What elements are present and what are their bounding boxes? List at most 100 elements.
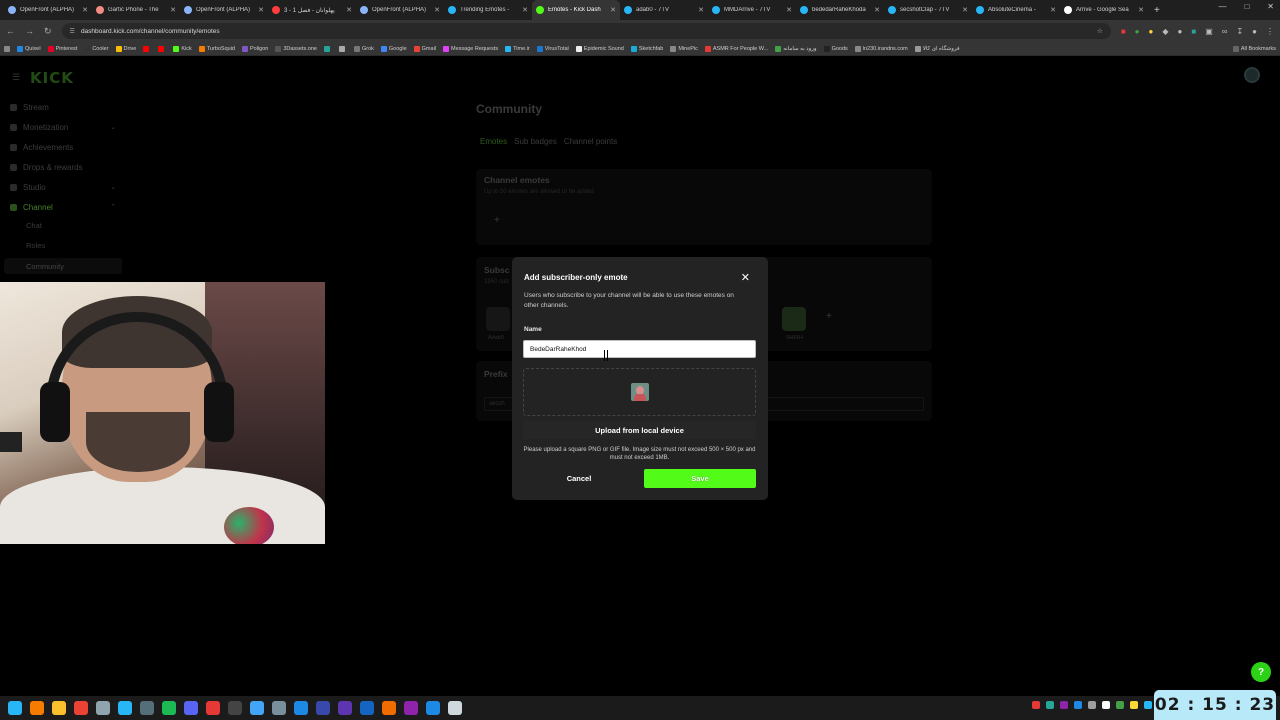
sidebar-subitem-chat[interactable]: Chat [26,221,42,230]
user-avatar[interactable] [1244,67,1260,83]
all-bookmarks[interactable]: All Bookmarks [1232,45,1276,52]
sidebar-item-monetization[interactable]: Monetization ⌄ [10,120,120,134]
profile-icon[interactable]: ● [1252,27,1257,36]
glasses-icon[interactable]: ∞ [1222,27,1228,36]
bookmark-item[interactable]: ورود به سامانه [775,45,817,52]
reload-icon[interactable]: ↻ [44,26,52,37]
tray-icon[interactable] [1060,701,1068,709]
tray-icon[interactable] [1046,701,1054,709]
new-tab-plus-icon[interactable]: + [1154,5,1160,16]
tab-close-icon[interactable]: ✕ [874,6,880,14]
extension-icon[interactable]: ● [1149,27,1154,36]
back-arrow-icon[interactable]: ← [6,26,15,36]
extension-icon[interactable]: ● [1178,27,1183,36]
add-emote-plus-icon[interactable]: + [494,215,500,226]
browser-tab[interactable]: پهلوانان - فصل 1 - 3 ✕ [268,0,356,20]
tab-channel-points[interactable]: Channel points [564,137,617,146]
puzzle-icon[interactable]: ▣ [1205,27,1213,36]
sidebar-item-studio[interactable]: Studio ⌄ [10,180,120,194]
extension-icon[interactable]: ■ [1121,27,1126,36]
chrome-icon[interactable] [74,701,88,715]
sidebar-subitem-roles[interactable]: Roles [26,241,45,250]
browser-tab[interactable]: adab0 - 7TV ✕ [620,0,708,20]
save-button[interactable]: Save [644,469,756,488]
sidebar-item-stream[interactable]: Stream [10,100,120,114]
tab-close-icon[interactable]: ✕ [346,6,352,14]
browser-tab[interactable]: OpenFront (ALPHA) ✕ [4,0,92,20]
forward-arrow-icon[interactable]: → [25,26,34,36]
bookmark-item[interactable]: Kick [173,45,192,52]
tray-icon[interactable] [1088,701,1096,709]
bookmark-item[interactable]: Gmail [413,45,436,52]
extension-icon[interactable]: ● [1135,27,1140,36]
tray-icon[interactable] [1144,701,1152,709]
windows-start-icon[interactable] [8,701,22,715]
tab-close-icon[interactable]: ✕ [522,6,528,14]
upload-from-device-button[interactable]: Upload from local device [523,421,756,439]
blender-icon[interactable] [382,701,396,715]
cancel-button[interactable]: Cancel [523,469,635,488]
extension-icon[interactable]: ◆ [1162,27,1168,36]
tab-close-icon[interactable]: ✕ [698,6,704,14]
bookmark-item[interactable]: ln230.irandns.com [854,45,908,52]
browser-tab[interactable]: AbsoluteCinema - ✕ [972,0,1060,20]
bookmark-item[interactable]: Drive [115,45,136,52]
bookmark-item[interactable]: VirusTotal [536,45,569,52]
kick-logo[interactable]: KICK [30,69,74,87]
bookmark-item[interactable]: Pinterest [47,45,77,52]
bookmark-item[interactable] [338,45,347,52]
browser-tab[interactable]: OpenFront (ALPHA) ✕ [180,0,268,20]
browser-tab[interactable]: MMDArrive - 7TV ✕ [708,0,796,20]
emote-thumbnail[interactable] [782,307,806,331]
bookmark-item[interactable]: Cooler [84,45,109,52]
bookmark-item[interactable]: Time.ir [505,45,530,52]
help-chat-button[interactable]: ? [1251,662,1271,682]
emote-thumbnail[interactable] [486,307,510,331]
browser-tab[interactable]: Emotes - Kick Dash ✕ [532,0,620,20]
bookmark-item[interactable]: Goods [823,45,848,52]
tab-emotes[interactable]: Emotes [480,137,507,146]
after-effects-icon[interactable] [316,701,330,715]
file-explorer-icon[interactable] [52,701,66,715]
browser-tab[interactable]: Arrive - Google Sea ✕ [1060,0,1148,20]
add-sub-emote-plus-icon[interactable]: + [826,311,832,322]
tray-icon[interactable] [1130,701,1138,709]
tab-close-icon[interactable]: ✕ [1050,6,1056,14]
bookmark-item[interactable]: Poligon [241,45,268,52]
bookmark-item[interactable]: Sketchfab [630,45,663,52]
tab-close-icon[interactable]: ✕ [434,6,440,14]
bookmark-item[interactable]: Message Requests [443,45,498,52]
tray-icon[interactable] [1032,701,1040,709]
download-icon[interactable]: ↧ [1236,27,1243,36]
emote-name-input[interactable] [523,340,756,358]
sidebar-subitem-community[interactable]: Community [4,258,122,274]
tab-close-icon[interactable]: ✕ [258,6,264,14]
close-icon[interactable]: ✕ [741,271,750,284]
browser-tab[interactable]: OpenFront (ALPHA) ✕ [356,0,444,20]
image-drop-zone[interactable] [523,368,756,416]
premiere-icon[interactable] [338,701,352,715]
steam-icon[interactable] [140,701,154,715]
bookmark-item[interactable]: TurboSquid [198,45,235,52]
browser-tab[interactable]: bededarRaheKhoda ✕ [796,0,884,20]
telegram-icon[interactable] [118,701,132,715]
tray-icon[interactable] [1074,701,1082,709]
bookmark-item[interactable]: MinePic [670,45,698,52]
tab-close-icon[interactable]: ✕ [786,6,792,14]
sidebar-item-channel[interactable]: Channel ⌃ [10,200,120,214]
word-icon[interactable] [294,701,308,715]
sidebar-item-drops-rewards[interactable]: Drops & rewards [10,160,120,174]
site-info-icon[interactable]: ☰ [70,28,75,35]
bookmark-item[interactable]: 3Dassets.one [275,45,317,52]
tab-sub-badges[interactable]: Sub badges [514,137,557,146]
bookmark-star-icon[interactable]: ☆ [1097,27,1103,35]
app-icon[interactable] [96,701,110,715]
tab-close-icon[interactable]: ✕ [962,6,968,14]
maximize-icon[interactable]: □ [1244,2,1249,11]
browser-tab[interactable]: secshotClap - 7TV ✕ [884,0,972,20]
r-app-icon[interactable] [404,701,418,715]
tab-close-icon[interactable]: ✕ [170,6,176,14]
hamburger-menu-icon[interactable]: ☰ [12,72,20,83]
bookmark-item[interactable]: Grok [353,45,374,52]
tray-icon[interactable] [1116,701,1124,709]
